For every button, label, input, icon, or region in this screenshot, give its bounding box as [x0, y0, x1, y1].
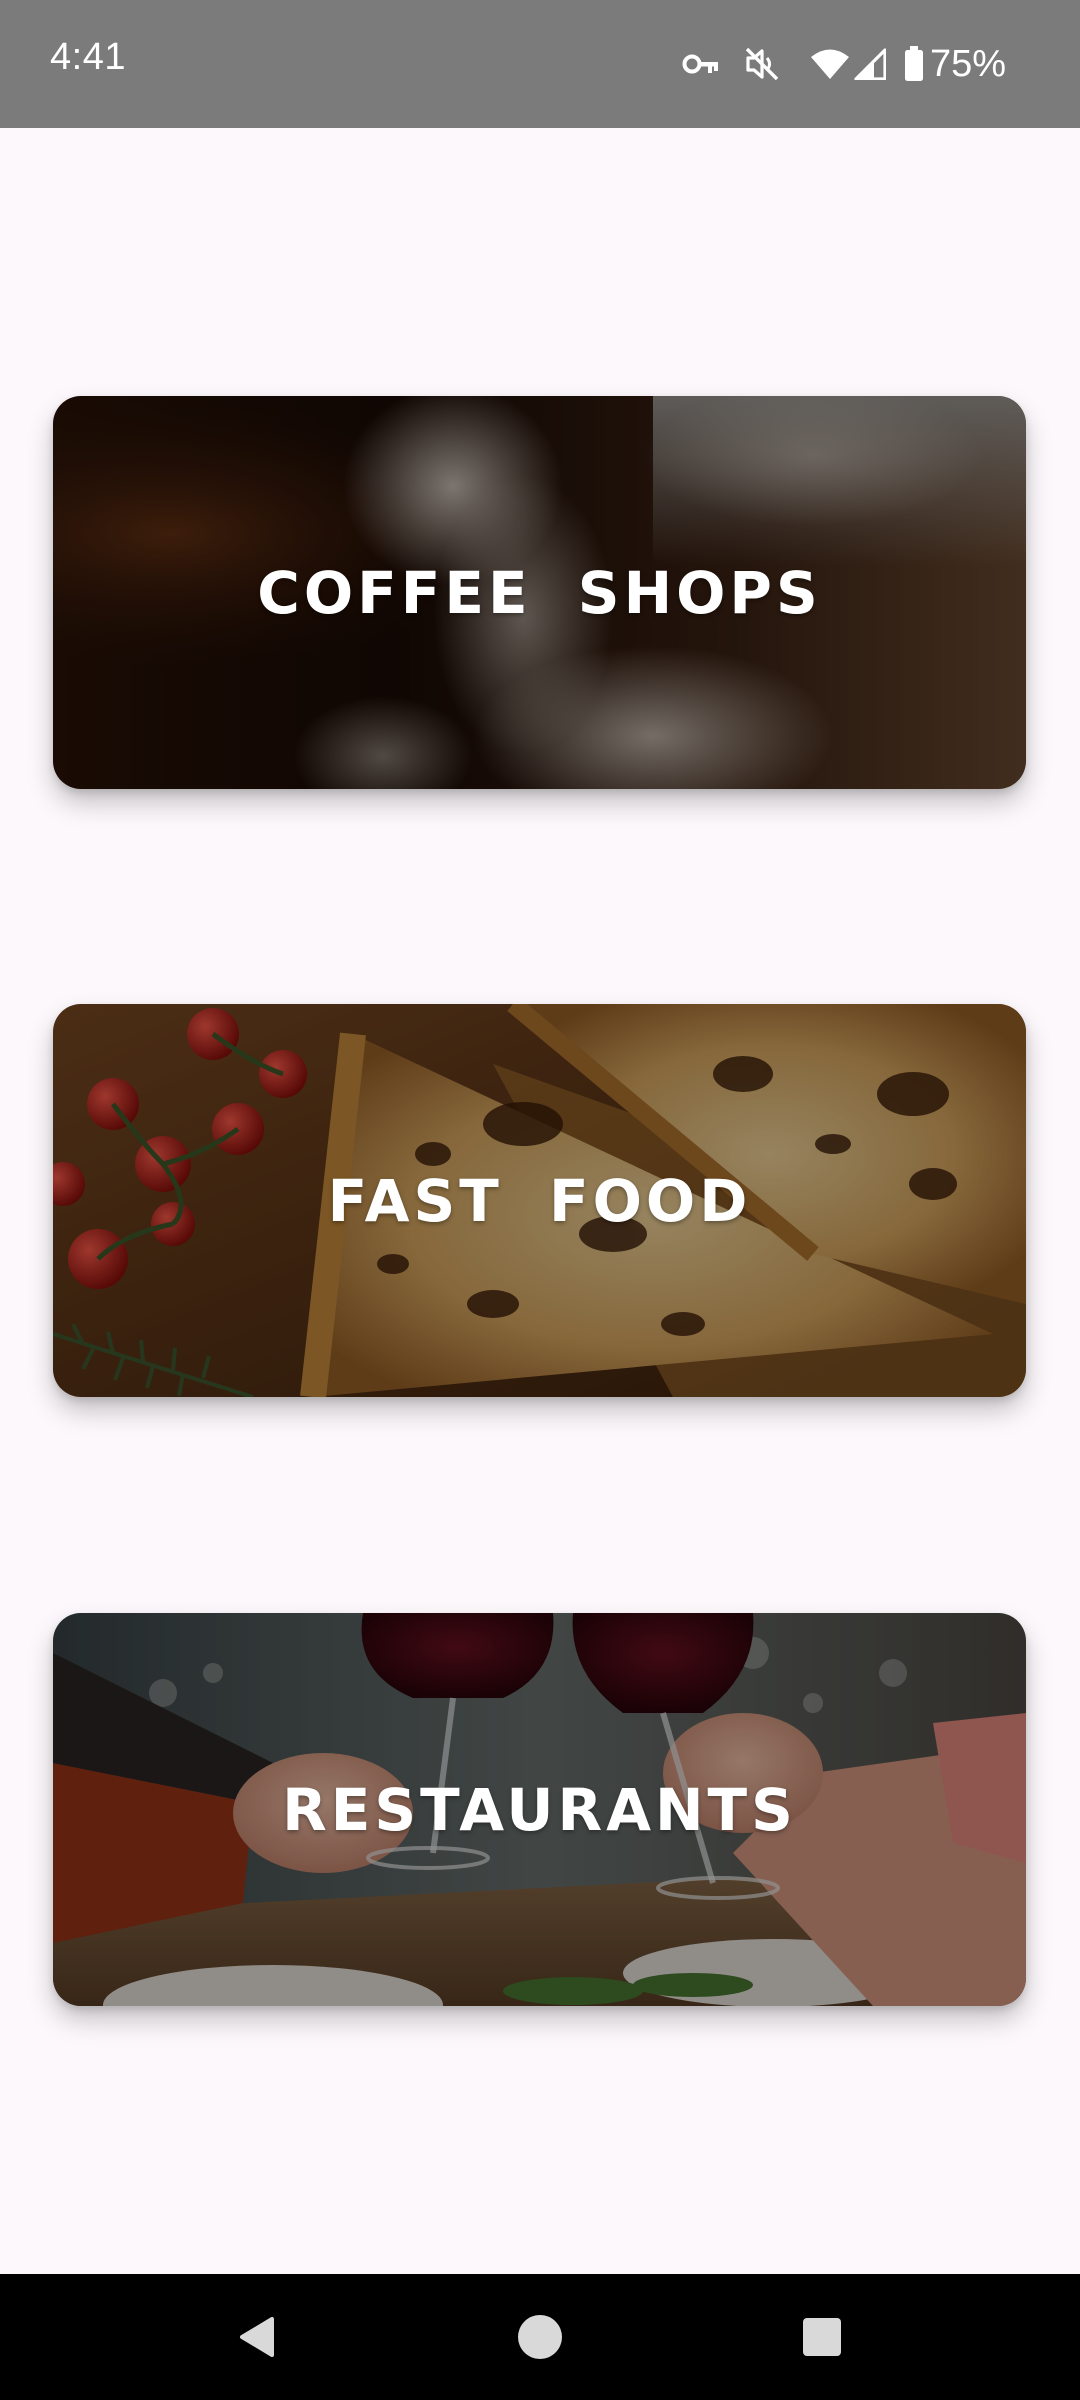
card-title: FAST FOOD: [327, 1166, 752, 1235]
status-bar: 4:41 75%: [0, 0, 1080, 128]
restaurants-card[interactable]: RESTAURANTS: [53, 1613, 1026, 2006]
wifi-icon: [810, 48, 850, 80]
navigation-bar: [0, 2274, 1080, 2400]
home-button[interactable]: [470, 2274, 610, 2400]
card-title: COFFEE SHOPS: [257, 558, 822, 627]
recents-icon: [803, 2318, 841, 2356]
battery-icon: [904, 46, 924, 82]
vpn-key-icon: [682, 51, 720, 77]
status-icons: 75%: [664, 34, 1006, 94]
vibrate-off-icon: [744, 46, 780, 82]
cell-signal-icon: [854, 48, 886, 80]
fast-food-card[interactable]: FAST FOOD: [53, 1004, 1026, 1397]
battery-percent: 75%: [929, 42, 1006, 85]
status-time: 4:41: [50, 36, 126, 78]
home-icon: [518, 2315, 562, 2359]
back-button[interactable]: [188, 2274, 328, 2400]
back-icon: [240, 2317, 274, 2357]
recents-button[interactable]: [752, 2274, 892, 2400]
card-title: RESTAURANTS: [282, 1775, 797, 1844]
coffee-shops-card[interactable]: COFFEE SHOPS: [53, 396, 1026, 789]
